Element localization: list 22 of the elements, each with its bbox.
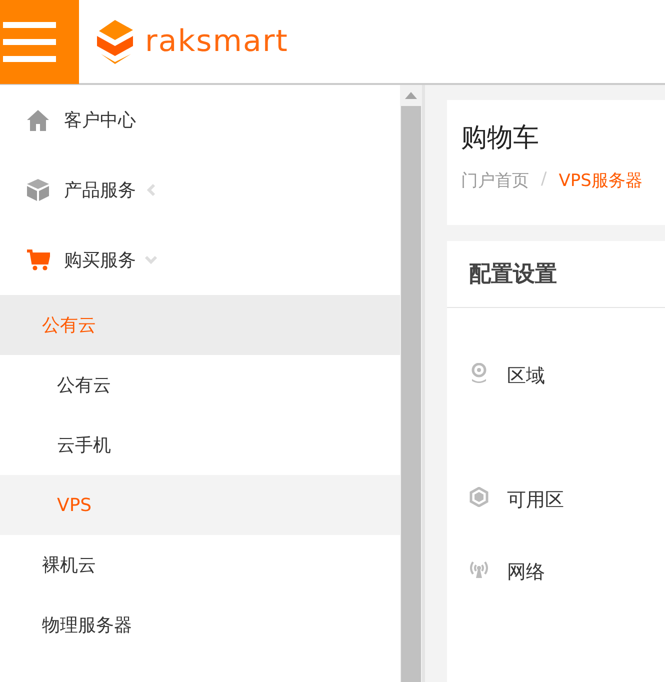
sidebar-item[interactable]: 产品服务: [0, 155, 400, 225]
hexagon-icon: [469, 487, 489, 507]
menu-icon: [0, 20, 56, 64]
field-label: 可用区: [507, 488, 564, 513]
field-label: 网络: [507, 560, 545, 585]
breadcrumb-separator: /: [541, 169, 547, 191]
scrollbar[interactable]: [400, 85, 425, 682]
sidebar-subitem[interactable]: 公有云: [0, 355, 400, 415]
card-title: 配置设置: [447, 241, 665, 308]
scroll-up-icon[interactable]: [405, 91, 417, 99]
antenna-icon: [469, 559, 489, 579]
field-label: 区域: [507, 364, 545, 389]
logo-text: raksmart: [145, 24, 288, 59]
sidebar-item[interactable]: 客户中心: [0, 85, 400, 155]
sidebar-subitem[interactable]: 云手机: [0, 415, 400, 475]
location-pin-icon: [469, 363, 489, 383]
menu-button[interactable]: [0, 0, 79, 84]
sidebar-subitem[interactable]: 物理服务器: [0, 595, 400, 655]
page-title: 购物车: [461, 122, 540, 155]
sidebar-subitem[interactable]: 裸机云: [0, 535, 400, 595]
sidebar-item[interactable]: 购买服务: [0, 225, 400, 295]
scrollbar-thumb[interactable]: [401, 106, 421, 682]
